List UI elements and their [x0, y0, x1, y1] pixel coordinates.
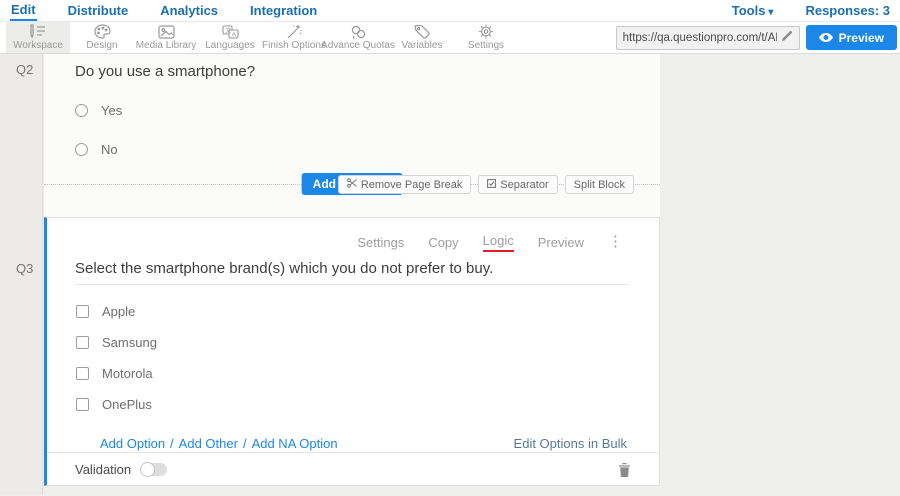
question-block-q2[interactable]: Do you use a smartphone? Yes No Add Ques… [44, 54, 660, 217]
add-other-link[interactable]: Add Other [179, 436, 238, 451]
answer-option-row: Samsung [47, 333, 659, 351]
radio-button[interactable] [75, 143, 88, 156]
survey-url-field[interactable]: https://qa.questionpro.com/t/APNrFZgQ [616, 26, 800, 50]
caret-down-icon: ▾ [768, 7, 773, 18]
toolbar-item-advance-quotas[interactable]: Advance Quotas [326, 22, 390, 53]
question-tab-preview[interactable]: Preview [538, 235, 584, 250]
workspace-icon [29, 24, 47, 39]
survey-editor-canvas: Q2 Q3 Do you use a smartphone? Yes No Ad… [0, 54, 900, 495]
svg-text:A: A [231, 31, 236, 38]
validation-label: Validation [75, 462, 131, 477]
toggle-knob [140, 462, 155, 477]
question-action-tabs: Settings Copy Logic Preview ⋮ [47, 218, 659, 251]
responses-count[interactable]: Responses: 3 [805, 3, 890, 18]
question-number-q2: Q2 [16, 62, 33, 77]
link-separator: / [243, 436, 247, 451]
question-number-q3: Q3 [16, 261, 33, 276]
toolbar-item-design[interactable]: Design [70, 22, 134, 53]
toolbar-item-label: Advance Quotas [321, 40, 395, 51]
question-block-q3: Settings Copy Logic Preview ⋮ Select the… [44, 217, 660, 486]
links-icon [350, 25, 367, 39]
separator-button[interactable]: Separator [478, 175, 557, 194]
answer-option-row: No [44, 140, 660, 158]
image-icon [158, 25, 175, 39]
validation-row: Validation [47, 452, 659, 485]
link-separator: / [170, 436, 174, 451]
option-label: No [101, 142, 118, 157]
toolbar-item-media-library[interactable]: Media Library [134, 22, 198, 53]
add-option-link[interactable]: Add Option [100, 436, 165, 451]
tab-integration[interactable]: Integration [249, 2, 318, 20]
option-label: Yes [101, 103, 122, 118]
delete-question-trash-icon[interactable] [618, 462, 631, 477]
toolbar-item-label: Design [86, 40, 117, 51]
radio-button[interactable] [75, 104, 88, 117]
option-label: Samsung [102, 335, 157, 350]
toolbar-item-settings[interactable]: Settings [454, 22, 518, 53]
checkbox-checked-icon [487, 179, 496, 191]
tab-edit[interactable]: Edit [10, 1, 37, 21]
question-tab-settings[interactable]: Settings [357, 235, 404, 250]
question-tab-logic[interactable]: Logic [483, 233, 514, 252]
remove-page-break-button[interactable]: Remove Page Break [338, 175, 472, 194]
checkbox[interactable] [76, 398, 89, 411]
more-options-icon[interactable]: ⋮ [608, 237, 623, 247]
question-number-gutter: Q2 Q3 [0, 54, 43, 495]
scissors-icon [347, 178, 357, 191]
checkbox[interactable] [76, 336, 89, 349]
question-tab-copy[interactable]: Copy [428, 235, 458, 250]
palette-icon [94, 24, 111, 39]
page-break-divider: Add Question Remove Page Break [44, 169, 660, 201]
top-nav: Edit Distribute Analytics Integration To… [0, 0, 900, 22]
answer-option-row: Motorola [47, 364, 659, 382]
toolbar-item-languages[interactable]: 文 A Languages [198, 22, 262, 53]
gear-icon [478, 24, 494, 39]
option-label: Motorola [102, 366, 153, 381]
option-links-row: Add Option / Add Other / Add NA Option E… [47, 434, 659, 452]
answer-options-list: Apple Samsung Motorola OnePlus [47, 302, 659, 426]
tools-menu[interactable]: Tools▾ [732, 3, 774, 18]
toolbar-item-finish-options[interactable]: Finish Options [262, 22, 326, 53]
split-block-button[interactable]: Split Block [565, 175, 634, 194]
answer-option-row: OnePlus [47, 395, 659, 413]
toolbar-item-workspace[interactable]: Workspace [6, 22, 70, 53]
checkbox[interactable] [76, 305, 89, 318]
toolbar-item-variables[interactable]: Variables [390, 22, 454, 53]
tag-icon [414, 25, 430, 39]
question-text-q2[interactable]: Do you use a smartphone? [44, 54, 660, 80]
toolbar-item-label: Languages [205, 40, 255, 51]
answer-option-row: Yes [44, 101, 660, 119]
wand-icon [286, 24, 302, 39]
tab-distribute[interactable]: Distribute [67, 2, 130, 20]
tab-analytics[interactable]: Analytics [159, 2, 219, 20]
eye-icon [819, 31, 833, 45]
svg-text:文: 文 [225, 26, 231, 34]
question-text-q3[interactable]: Select the smartphone brand(s) which you… [75, 260, 629, 285]
translate-icon: 文 A [222, 25, 239, 39]
edit-url-pencil-icon[interactable] [781, 30, 793, 45]
toolbar-item-label: Variables [402, 40, 443, 51]
add-na-option-link[interactable]: Add NA Option [252, 436, 338, 451]
option-label: Apple [102, 304, 135, 319]
checkbox[interactable] [76, 367, 89, 380]
toolbar-item-label: Finish Options [262, 40, 326, 51]
answer-option-row: Apple [47, 302, 659, 320]
toolbar-item-label: Settings [468, 40, 504, 51]
toolbar-item-label: Workspace [13, 40, 63, 51]
toolbar-item-label: Media Library [136, 40, 197, 51]
toolbar: Workspace Design Media Library 文 A Langu… [0, 22, 900, 54]
edit-options-in-bulk-link[interactable]: Edit Options in Bulk [514, 436, 627, 451]
survey-url-value: https://qa.questionpro.com/t/APNrFZgQ [623, 32, 777, 44]
option-label: OnePlus [102, 397, 152, 412]
validation-toggle[interactable] [141, 463, 167, 476]
preview-button[interactable]: Preview [806, 25, 897, 50]
